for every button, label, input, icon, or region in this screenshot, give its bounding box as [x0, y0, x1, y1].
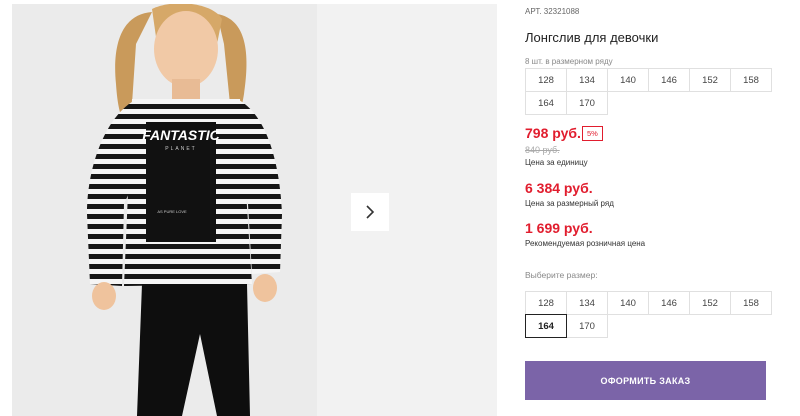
product-photo[interactable]: FANTASTIC PLANET AS PURE LOVE: [12, 4, 317, 416]
old-price: 840 руб.: [525, 145, 560, 155]
print-headline: FANTASTIC: [142, 127, 220, 143]
size-option[interactable]: 134: [566, 291, 608, 315]
size-row-cell: 164: [525, 91, 567, 115]
set-price: 6 384 руб.: [525, 180, 593, 196]
size-option[interactable]: 152: [689, 291, 731, 315]
size-row-grid: 128 134 140 146 152 158 164 170: [525, 68, 772, 115]
size-row-cell: 152: [689, 68, 731, 92]
rrp-price-note: Рекомендуемая розничная цена: [525, 239, 646, 248]
product-title: Лонгслив для девочки: [525, 30, 659, 45]
chevron-right-icon: [366, 205, 375, 219]
size-row-cell: 134: [566, 68, 608, 92]
print-subline: PLANET: [165, 146, 196, 152]
size-option-selected[interactable]: 164: [525, 314, 567, 338]
sku-value: 32321088: [543, 7, 580, 16]
rrp-price: 1 699 руб.: [525, 220, 593, 236]
gallery-backdrop: [317, 4, 497, 416]
next-image-button[interactable]: [351, 193, 389, 231]
unit-price-note: Цена за единицу: [525, 158, 588, 167]
size-option[interactable]: 140: [607, 291, 649, 315]
size-row-cell: 158: [730, 68, 772, 92]
size-row-cell: 128: [525, 68, 567, 92]
size-row-cell: 146: [648, 68, 690, 92]
unit-price: 798 руб.: [525, 125, 581, 141]
size-row-cell: 170: [566, 91, 608, 115]
product-gallery: FANTASTIC PLANET AS PURE LOVE: [12, 4, 497, 416]
size-row-cell: 140: [607, 68, 649, 92]
sku-label: АРТ.: [525, 7, 542, 16]
size-option[interactable]: 128: [525, 291, 567, 315]
size-picker: 128 134 140 146 152 158 164 170: [525, 291, 772, 338]
product-photo-illustration: FANTASTIC PLANET AS PURE LOVE: [12, 4, 317, 416]
size-row-count: 8 шт. в размерном ряду: [525, 57, 613, 66]
place-order-button[interactable]: ОФОРМИТЬ ЗАКАЗ: [525, 361, 766, 400]
size-option[interactable]: 146: [648, 291, 690, 315]
print-small-text: AS PURE LOVE: [157, 209, 187, 214]
size-option[interactable]: 170: [566, 314, 608, 338]
discount-badge: 5%: [582, 126, 603, 141]
size-option[interactable]: 158: [730, 291, 772, 315]
size-picker-label: Выберите размер:: [525, 270, 598, 280]
sku: АРТ. 32321088: [525, 7, 579, 16]
set-price-note: Цена за размерный ряд: [525, 199, 614, 208]
